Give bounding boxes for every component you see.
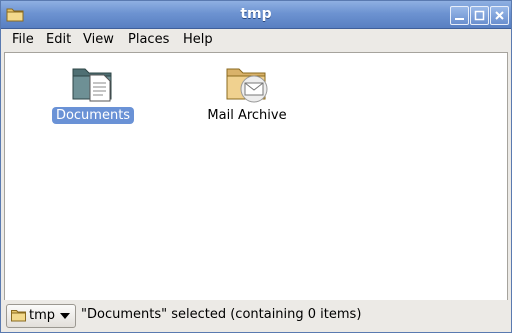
location-button[interactable]: tmp [6, 304, 76, 328]
folder-icon [11, 310, 26, 322]
menu-view[interactable]: View [83, 32, 114, 47]
mail-folder-icon [226, 68, 268, 103]
file-item-label: Documents [51, 107, 135, 124]
maximize-button[interactable] [470, 6, 489, 25]
menu-edit[interactable]: Edit [46, 32, 71, 47]
menu-file[interactable]: File [12, 32, 34, 47]
menu-places[interactable]: Places [128, 32, 169, 47]
file-item-label: Mail Archive [207, 108, 287, 123]
dropdown-arrow-icon [60, 313, 70, 319]
location-label: tmp [29, 308, 56, 323]
minimize-icon [455, 18, 464, 20]
menu-bar: File Edit View Places Help [1, 29, 511, 52]
status-text: "Documents" selected (containing 0 items… [81, 307, 362, 322]
file-view[interactable]: Documents Mail Archive [4, 52, 508, 301]
title-bar[interactable]: tmp [1, 1, 511, 29]
window-title: tmp [240, 6, 272, 22]
file-item-mail-archive[interactable]: Mail Archive [197, 59, 297, 124]
minimize-button[interactable] [450, 6, 469, 25]
documents-folder-icon [72, 68, 112, 102]
maximize-icon [474, 10, 485, 21]
menu-help[interactable]: Help [183, 32, 213, 47]
close-button[interactable] [490, 6, 509, 25]
file-item-documents[interactable]: Documents [43, 59, 143, 124]
close-icon [495, 11, 504, 20]
status-bar: tmp "Documents" selected (containing 0 i… [1, 300, 511, 332]
file-manager-window: tmp File Edit View Places Help Documents [0, 0, 512, 333]
